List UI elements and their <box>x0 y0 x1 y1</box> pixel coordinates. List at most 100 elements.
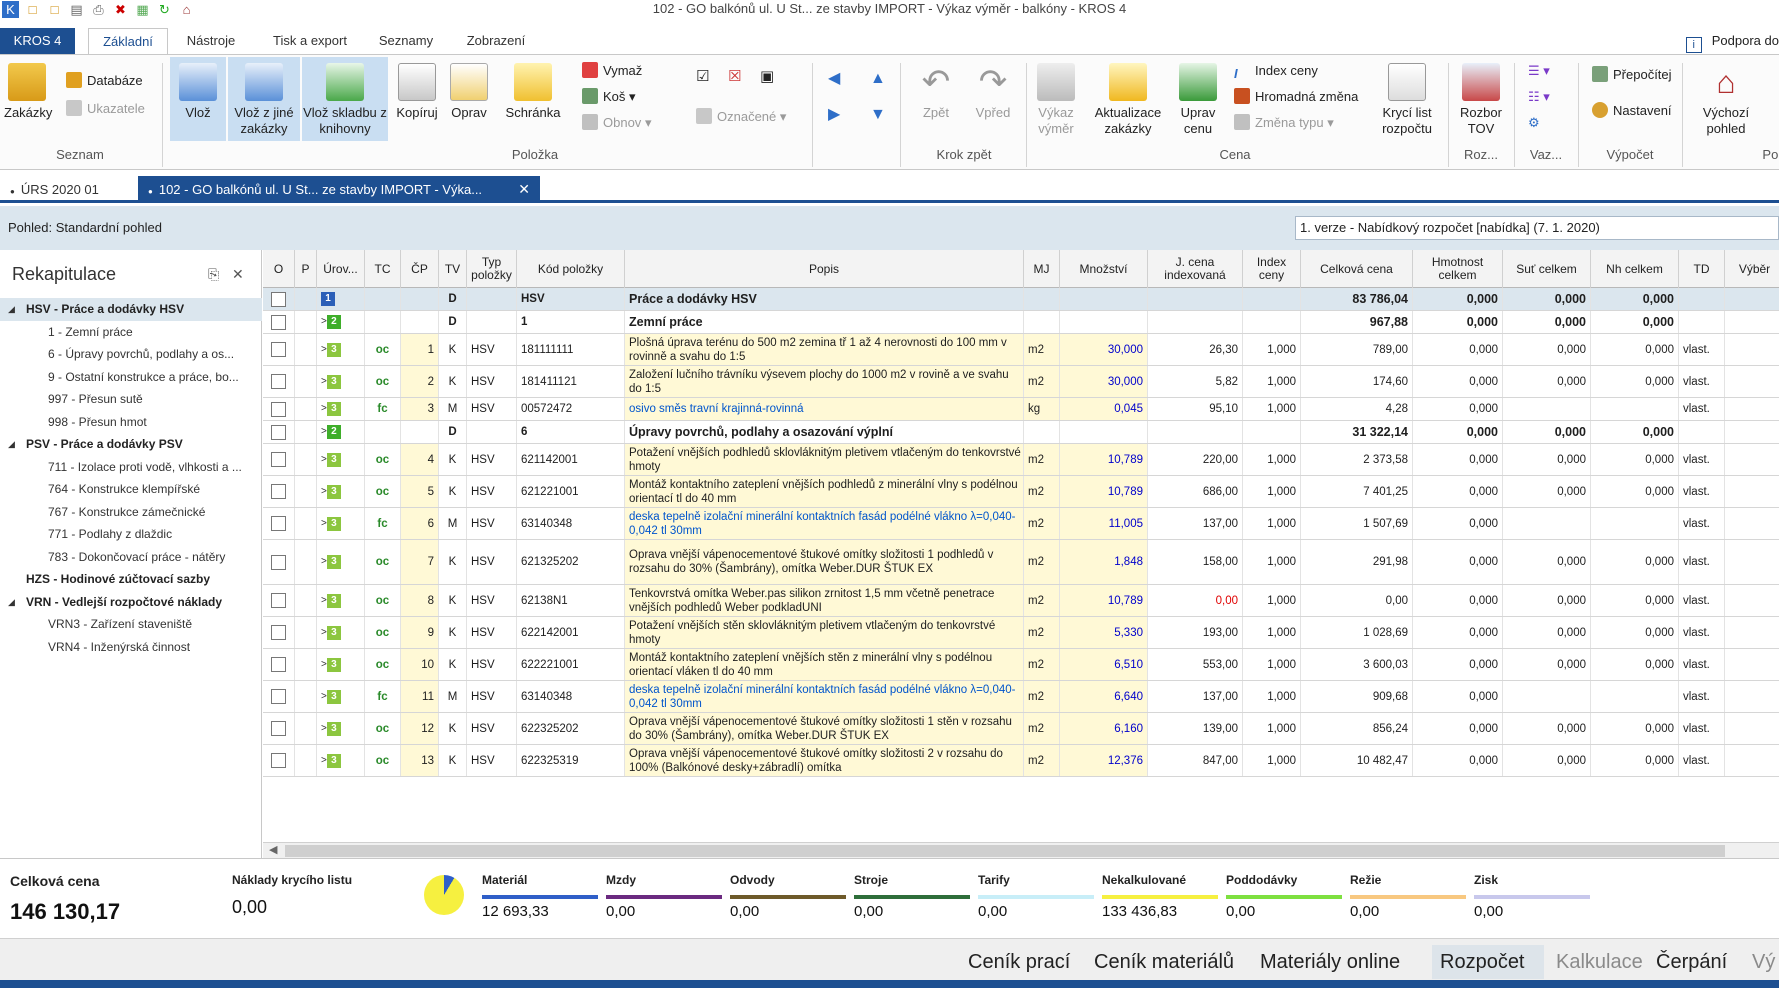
expand-arrow-icon[interactable]: ◢ <box>8 298 15 321</box>
checkbox-icon[interactable] <box>271 401 286 417</box>
column-header[interactable]: Nh celkem <box>1591 250 1679 288</box>
tree-item[interactable]: ◢ PSV - Práce a dodávky PSV <box>0 433 262 456</box>
row-checkbox[interactable] <box>263 476 295 507</box>
vazba-list-icon[interactable]: ☰ ▾ <box>1528 61 1550 81</box>
column-header[interactable]: Kód položky <box>517 250 625 288</box>
checkbox-icon[interactable] <box>271 593 286 608</box>
tree-item[interactable]: HZS - Hodinové zúčtovací sazby <box>0 568 262 591</box>
row-checkbox[interactable] <box>263 585 295 616</box>
vloz-skladbu-button[interactable]: Vlož skladbu z knihovny <box>302 57 388 141</box>
tab-seznamy[interactable]: Seznamy <box>372 28 440 54</box>
tab-materialy-online[interactable]: Materiály online <box>1252 945 1408 979</box>
table-row[interactable]: >3 oc 8 K HSV 62138N1 Tenkovrstvá omítka Weber… <box>263 585 1779 617</box>
tab-cenik-praci[interactable]: Ceník prací <box>960 945 1078 979</box>
row-checkbox[interactable] <box>263 745 295 776</box>
oznacene-button[interactable]: Označené ▾ <box>696 107 786 127</box>
vazba-add-icon[interactable]: ☷ ▾ <box>1528 87 1550 107</box>
column-header[interactable]: Celková cena <box>1301 250 1413 288</box>
table-row[interactable]: >3 fc 3 M HSV 00572472 osivo směs travní kraji… <box>263 398 1779 421</box>
row-checkbox[interactable] <box>263 398 295 420</box>
expand-arrow-icon[interactable]: ◢ <box>8 433 15 456</box>
tree-item[interactable]: VRN3 - Zařízení staveniště <box>0 613 262 636</box>
rozbor-tov-button[interactable]: Rozbor TOV <box>1454 63 1508 137</box>
table-row[interactable]: >3 oc 10 K HSV 622221001 Montáž kontaktního za… <box>263 649 1779 681</box>
pin-icon[interactable]: ⎘ <box>208 266 219 283</box>
tab-tisk-export[interactable]: Tisk a export <box>260 28 360 54</box>
column-header[interactable]: TC <box>365 250 401 288</box>
check-all-icon[interactable]: ☑ <box>696 67 709 87</box>
tab-zakladni[interactable]: Základní <box>88 28 168 55</box>
tree-item[interactable]: ◢ VRN - Vedlejší rozpočtové náklady <box>0 591 262 614</box>
checkbox-icon[interactable] <box>271 721 286 736</box>
table-row[interactable]: 1 D HSV Práce a dodávky HSV 83 786,04 0,000 0,… <box>263 288 1779 311</box>
checkbox-icon[interactable] <box>271 424 286 440</box>
checkbox-icon[interactable] <box>271 452 286 467</box>
tree-item[interactable]: 1 - Zemní práce <box>0 321 262 344</box>
tree-item[interactable]: 771 - Podlahy z dlaždic <box>0 523 262 546</box>
close-tab-icon[interactable]: ✕ <box>518 176 530 203</box>
arrow-left-icon[interactable]: ◀ <box>828 69 840 89</box>
row-checkbox[interactable] <box>263 681 295 712</box>
support-link[interactable]: i Podpora do <box>1685 28 1779 54</box>
row-checkbox[interactable] <box>263 334 295 365</box>
column-header[interactable]: Typ položky <box>467 250 517 288</box>
vloz-z-jine-zakazky-button[interactable]: Vlož z jiné zakázky <box>228 57 300 141</box>
tab-nastroje[interactable]: Nástroje <box>176 28 246 54</box>
ukazatele-button[interactable]: Ukazatele <box>66 99 145 119</box>
column-header[interactable]: Suť celkem <box>1503 250 1591 288</box>
vpred-button[interactable]: ↷ Vpřed <box>968 63 1018 121</box>
vychozi-pohled-button[interactable]: ⌂ Výchozí pohled <box>1690 63 1762 137</box>
tree-item[interactable]: 783 - Dokončovací práce - nátěry <box>0 546 262 569</box>
scroll-thumb[interactable] <box>285 845 1725 857</box>
horizontal-scrollbar[interactable]: ◀ <box>263 842 1779 858</box>
checkbox-icon[interactable] <box>271 753 286 768</box>
table-row[interactable]: >3 fc 6 M HSV 63140348 deska tepelně izolační … <box>263 508 1779 540</box>
checkbox-icon[interactable] <box>271 484 286 499</box>
column-header[interactable]: MJ <box>1024 250 1060 288</box>
uncheck-icon[interactable]: ☒ <box>728 67 741 87</box>
column-header[interactable]: TD <box>1679 250 1725 288</box>
column-header[interactable]: ČP <box>401 250 439 288</box>
scroll-left-icon[interactable]: ◀ <box>269 843 277 856</box>
checkbox-icon[interactable] <box>271 314 286 330</box>
column-header[interactable]: Množství <box>1060 250 1148 288</box>
nastaveni-button[interactable]: Nastavení <box>1592 101 1672 121</box>
expand-arrow-icon[interactable]: ◢ <box>8 591 15 614</box>
tab-vy[interactable]: Vý <box>1744 945 1779 979</box>
checkbox-icon[interactable] <box>271 625 286 640</box>
tab-zobrazeni[interactable]: Zobrazení <box>456 28 536 54</box>
zmena-typu-button[interactable]: Změna typu ▾ <box>1234 113 1334 133</box>
checkbox-icon[interactable] <box>271 342 286 357</box>
row-checkbox[interactable] <box>263 366 295 397</box>
checkbox-icon[interactable] <box>271 516 286 531</box>
table-row[interactable]: >3 oc 12 K HSV 622325202 Oprava vnější vápenoc… <box>263 713 1779 745</box>
app-menu-button[interactable]: KROS 4 <box>0 28 75 54</box>
vymaz-button[interactable]: Vymaž <box>582 61 642 81</box>
row-checkbox[interactable] <box>263 540 295 584</box>
version-select[interactable]: 1. verze - Nabídkový rozpočet [nabídka] … <box>1295 216 1779 240</box>
tab-cenik-materialu[interactable]: Ceník materiálů <box>1086 945 1242 979</box>
tree-item[interactable]: ◢ HSV - Práce a dodávky HSV <box>0 298 262 321</box>
arrow-down-icon[interactable]: ▼ <box>870 105 886 125</box>
checkbox-icon[interactable] <box>271 554 286 570</box>
tab-cerpani[interactable]: Čerpání <box>1648 945 1735 979</box>
zakazky-button[interactable]: Zakázky <box>4 63 52 121</box>
column-header[interactable]: Popis <box>625 250 1024 288</box>
tree-item[interactable]: 711 - Izolace proti vodě, vlhkosti a ... <box>0 456 262 479</box>
databaze-button[interactable]: Databáze <box>66 71 143 91</box>
column-header[interactable]: J. cena indexovaná <box>1148 250 1243 288</box>
doc-tab-urs[interactable]: ● ÚRS 2020 01 <box>0 176 130 203</box>
column-header[interactable]: P <box>295 250 317 288</box>
schranka-button[interactable]: Schránka <box>500 63 566 121</box>
row-checkbox[interactable] <box>263 421 295 443</box>
row-checkbox[interactable] <box>263 649 295 680</box>
vykaz-vymer-button[interactable]: Výkaz výměr <box>1030 63 1082 137</box>
tab-rozpocet[interactable]: Rozpočet <box>1432 945 1544 979</box>
column-header[interactable]: TV <box>439 250 467 288</box>
vloz-button[interactable]: Vlož <box>170 57 226 141</box>
tree-item[interactable]: 997 - Přesun sutě <box>0 388 262 411</box>
arrow-right-icon[interactable]: ▶ <box>828 105 840 125</box>
table-row[interactable]: >3 oc 7 K HSV 621325202 Oprava vnější vápenoce… <box>263 540 1779 585</box>
tree-item[interactable]: 9 - Ostatní konstrukce a práce, bo... <box>0 366 262 389</box>
column-header[interactable]: Výběr <box>1725 250 1779 288</box>
